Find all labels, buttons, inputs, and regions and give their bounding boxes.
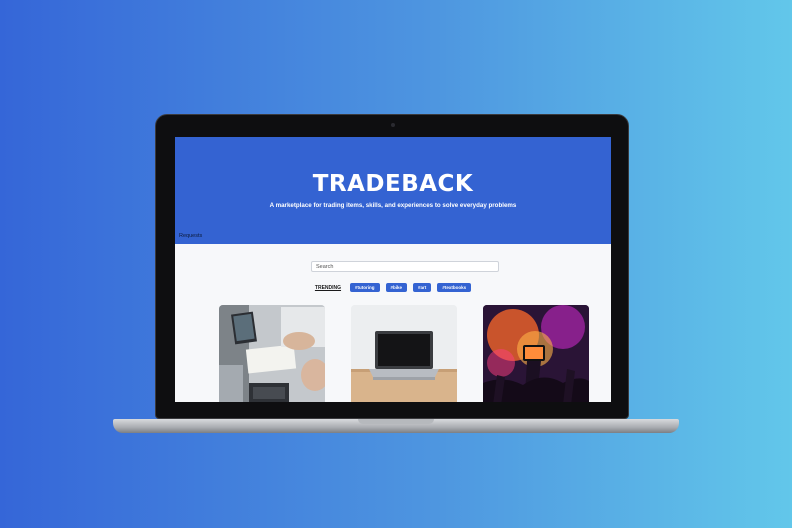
tag-textbooks[interactable]: #textbooks (437, 283, 472, 292)
laptop-notch (358, 419, 434, 424)
listing-cards (219, 305, 591, 402)
listing-card-concert[interactable] (483, 305, 589, 402)
listing-card-meeting[interactable] (219, 305, 325, 402)
meeting-photo (219, 305, 325, 402)
nav-link-requests[interactable]: Requests (179, 233, 202, 239)
hero-banner: TRADEBACK A marketplace for trading item… (175, 137, 611, 244)
laptop-screen: TRADEBACK A marketplace for trading item… (175, 137, 611, 402)
trending-label: TRENDING (314, 284, 342, 291)
site-tagline: A marketplace for trading items, skills,… (269, 202, 517, 209)
search-input[interactable]: Search (311, 261, 499, 272)
laptop-photo (351, 305, 457, 402)
site-logo[interactable]: TRADEBACK (175, 171, 611, 197)
tag-art[interactable]: #art (413, 283, 432, 292)
camera-icon (391, 123, 395, 127)
tag-bike[interactable]: #bike (385, 283, 408, 292)
concert-photo (483, 305, 589, 402)
laptop-base (113, 419, 679, 433)
tag-tutoring[interactable]: #tutoring (350, 283, 380, 292)
listing-card-laptop[interactable] (351, 305, 457, 402)
trending-bar: TRENDING #tutoring #bike #art #textbooks (175, 283, 611, 292)
laptop-lid: TRADEBACK A marketplace for trading item… (155, 114, 629, 419)
